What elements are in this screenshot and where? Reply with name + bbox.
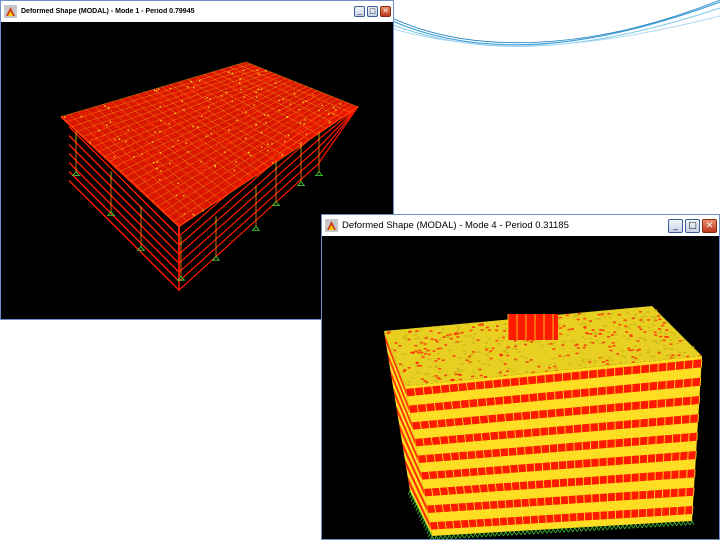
decorative-swoosh [390,0,720,70]
mode4-window[interactable]: Deformed Shape (MODAL) - Mode 4 - Period… [321,214,720,540]
close-button[interactable]: ✕ [702,219,717,233]
window-title: Deformed Shape (MODAL) - Mode 1 - Period… [21,8,354,15]
window-titlebar[interactable]: Deformed Shape (MODAL) - Mode 1 - Period… [1,1,393,22]
sap-app-icon [325,219,338,232]
window-title: Deformed Shape (MODAL) - Mode 4 - Period… [342,220,668,231]
maximize-button[interactable]: □ [367,6,378,17]
close-button[interactable]: ✕ [380,6,391,17]
maximize-button[interactable]: □ [685,219,700,233]
window-titlebar[interactable]: Deformed Shape (MODAL) - Mode 4 - Period… [322,215,719,236]
sap-app-icon [4,5,17,18]
model-viewport[interactable] [322,236,719,539]
minimize-button[interactable]: _ [354,6,365,17]
minimize-button[interactable]: _ [668,219,683,233]
deformed-shape-mode4 [322,236,719,539]
